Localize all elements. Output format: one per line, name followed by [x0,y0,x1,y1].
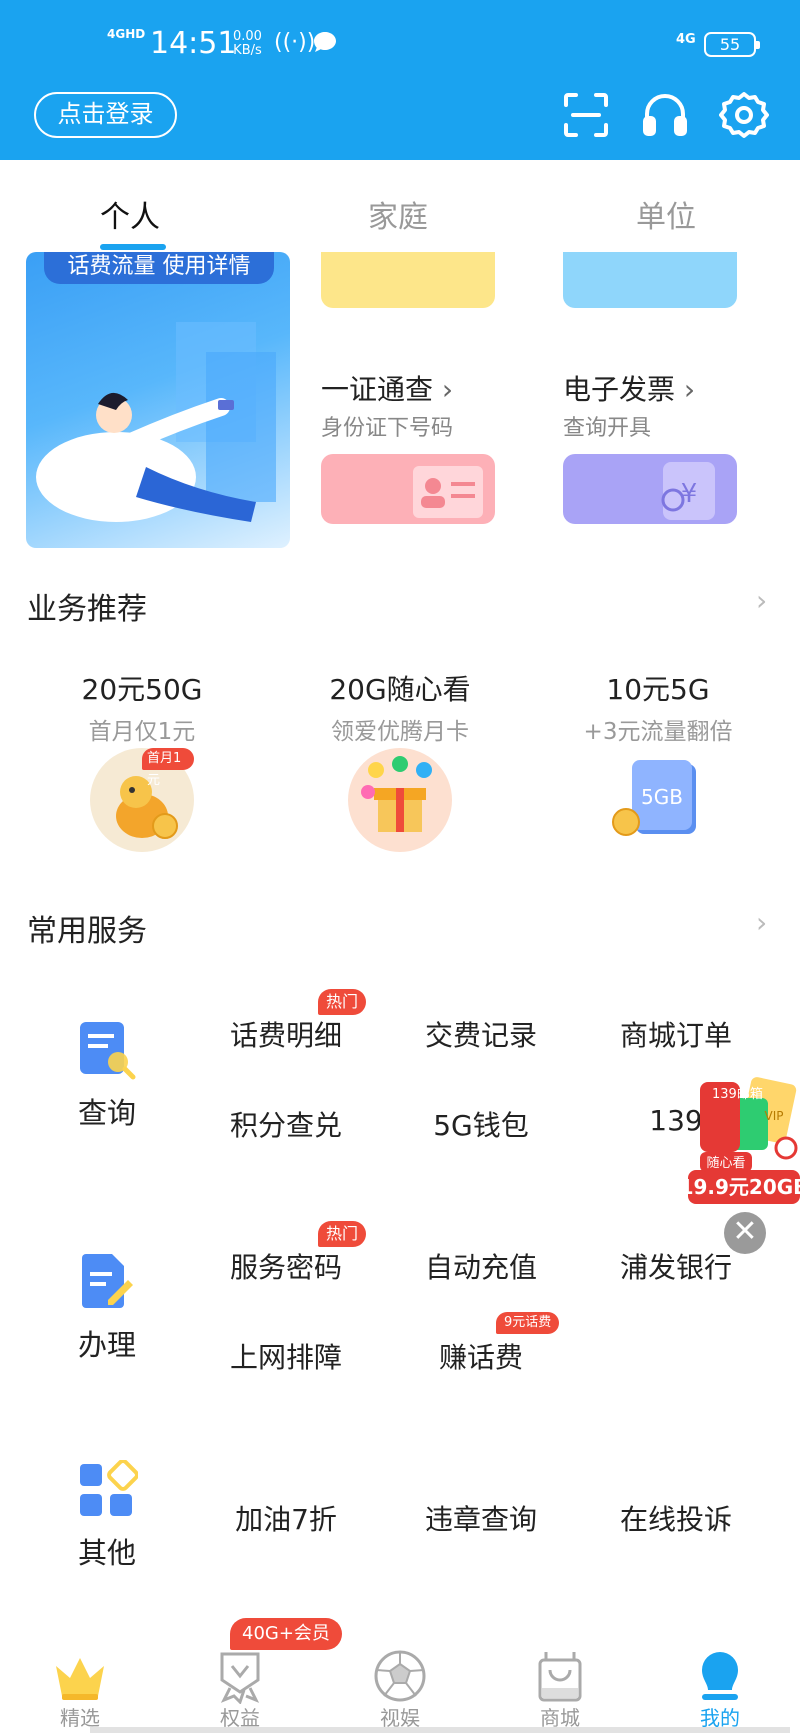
rec-item-title[interactable]: 20元50G [12,668,272,708]
service-auto-recharge[interactable]: 自动充值 [391,1246,571,1286]
card-top-yellow[interactable] [321,252,495,308]
handle-icon [78,1252,138,1312]
tab-active-indicator [100,244,166,250]
tab-business[interactable]: 单位 [636,192,696,236]
group-label-query: 查询 [77,1096,136,1130]
service-points-exchange[interactable]: 积分查兑 [196,1104,376,1144]
tab-personal[interactable]: 个人 [100,192,160,236]
data-pack-illustration[interactable]: 5GB [606,748,710,852]
invoice-illustration[interactable]: ¥ [563,454,737,524]
service-mall-orders[interactable]: 商城订单 [586,1014,766,1054]
nav-item-mine[interactable]: 我的 [640,1620,800,1733]
close-icon[interactable]: ✕ [724,1212,766,1254]
network-indicator: 4GHD [107,27,146,41]
tab-family[interactable]: 家庭 [368,192,428,236]
rec-item-subtitle: +3元流量翻倍 [583,719,733,745]
headset-icon[interactable] [640,90,690,140]
service-network-troubleshoot[interactable]: 上网排障 [196,1336,376,1376]
recommend-section-title: 业务推荐 [27,592,147,627]
group-label-other: 其他 [77,1536,136,1570]
rec-item-title[interactable]: 10元5G [528,668,788,708]
floating-ad-sub: 随心看 [706,1155,745,1171]
login-button[interactable]: 点击登录 [34,92,177,138]
data-pack-label: 5GB [641,785,683,809]
service-fuel-discount[interactable]: 加油7折 [196,1498,376,1538]
service-5g-wallet[interactable]: 5G钱包 [391,1104,571,1144]
id-card-icon [413,466,483,518]
services-more-chevron[interactable]: › [756,906,767,939]
gift-box-icon [361,756,432,832]
home-indicator [90,1727,790,1733]
nav-item-featured[interactable]: 精选 [0,1620,160,1733]
floating-ad-tag: 139邮箱 [712,1086,763,1102]
dragon-illustration[interactable]: 首月1元 [90,748,194,852]
floating-ad-price: 19.9元20GB [688,1175,800,1199]
feature-id-query[interactable]: 一证通查 › [321,368,453,408]
first-month-tag: 首月1元 [142,748,194,788]
message-icon [312,30,338,60]
card-top-blue[interactable] [563,252,737,308]
invoice-icon: ¥ [661,462,715,520]
scan-icon[interactable] [561,90,611,140]
feature-invoice-sub: 查询开具 [563,416,652,441]
services-section-title: 常用服务 [27,914,147,949]
hot-badge: 热门 [318,989,367,1015]
user-icon [702,1652,738,1700]
bottom-navigation: 精选 权益 视娱 商城 我的 [0,1620,800,1733]
header-bar: 4GHD 14:51 0.00 KB/s ((·)) 4G 55 点击登录 [0,0,800,160]
hotspot-icon: ((·)) [274,30,316,55]
feature-id-query-title: 一证通查 [321,373,434,406]
battery-indicator: 55 [704,32,760,57]
feature-id-query-sub: 身份证下号码 [321,416,454,441]
query-icon [78,1020,138,1080]
feature-invoice-title: 电子发票 [563,373,676,406]
earn-credit-badge: 9元话费 [496,1312,560,1334]
nav-item-video[interactable]: 视娱 [320,1620,480,1733]
crown-icon [56,1658,104,1700]
cell-type: 4G [676,32,696,47]
rec-item-subtitle: 领爱优腾月卡 [331,719,469,745]
gift-box-illustration[interactable] [348,748,452,852]
usage-banner[interactable]: 话费流量 使用详情 [26,252,290,548]
chevron-right-icon: › [683,373,696,406]
gear-icon[interactable] [719,90,769,140]
benefits-badge: 40G+会员 [230,1618,342,1650]
status-time: 14:51 [150,26,237,61]
service-traffic-violation[interactable]: 违章查询 [391,1498,571,1538]
nav-item-mall[interactable]: 商城 [480,1620,640,1733]
speed-value: 0.00 [233,29,262,44]
data-pack-icon: 5GB [612,760,696,836]
chevron-right-icon: › [441,373,454,406]
service-bill-details[interactable]: 话费明细 [196,1014,376,1054]
hot-badge: 热门 [318,1221,367,1247]
feature-invoice[interactable]: 电子发票 › [563,368,695,408]
grid-apps-icon [78,1459,139,1520]
rec-item-subtitle: 首月仅1元 [88,719,196,745]
service-password[interactable]: 服务密码 [196,1246,376,1286]
service-earn-credit[interactable]: 赚话费 [391,1336,571,1376]
ribbon-icon [220,1652,260,1704]
id-card-illustration[interactable] [321,454,495,524]
network-speed: 0.00 KB/s [233,30,262,58]
floating-ad[interactable]: 139邮箱 VIP 随心看 19.9元20GB [680,1068,800,1206]
rec-item-title[interactable]: 20G随心看 [270,668,530,708]
floating-ad-vip: VIP [765,1109,784,1123]
banner-illustration [36,322,276,522]
shopping-bag-icon [538,1652,582,1702]
recommend-more-chevron[interactable]: › [756,584,767,617]
floating-ad-art: 139邮箱 VIP 随心看 19.9元20GB [680,1077,800,1204]
football-icon [374,1650,426,1702]
service-online-complaint[interactable]: 在线投诉 [586,1498,766,1538]
speed-unit: KB/s [233,43,262,58]
group-label-handle: 办理 [77,1328,136,1362]
service-payment-records[interactable]: 交费记录 [391,1014,571,1054]
